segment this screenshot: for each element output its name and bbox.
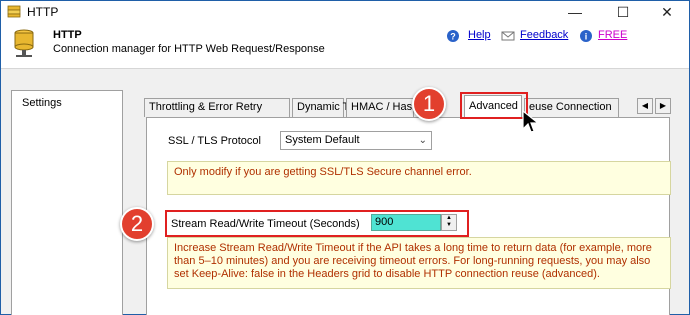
database-connection-icon: [14, 29, 34, 57]
app-icon: [7, 5, 21, 18]
settings-nav-panel: Settings: [11, 90, 123, 315]
maximize-button[interactable]: ☐: [603, 1, 643, 23]
timeout-highlight: [165, 210, 469, 237]
svg-text:?: ?: [450, 32, 456, 42]
feedback-link[interactable]: Feedback: [520, 29, 568, 41]
chevron-down-icon: ⌄: [418, 135, 427, 146]
ssl-protocol-value: System Default: [285, 134, 360, 146]
svg-text:i: i: [585, 32, 588, 42]
tab-scroll-left-button[interactable]: ◀: [637, 98, 653, 114]
envelope-icon: [501, 31, 515, 41]
tab-hmac-hash[interactable]: HMAC / Hash: [346, 98, 418, 117]
http-dialog-window: HTTP — ☐ ✕ HTTP Connection manager for H…: [0, 0, 690, 315]
help-link[interactable]: Help: [468, 29, 491, 41]
tab-scroll-right-button[interactable]: ▶: [655, 98, 671, 114]
minimize-button[interactable]: —: [555, 1, 595, 23]
close-button[interactable]: ✕: [647, 1, 687, 23]
nav-item-settings[interactable]: Settings: [22, 97, 62, 109]
tab-advanced[interactable]: Advanced: [464, 95, 522, 117]
free-link[interactable]: FREE: [598, 29, 627, 41]
header-title: HTTP: [53, 29, 82, 41]
ssl-note: Only modify if you are getting SSL/TLS S…: [167, 161, 671, 195]
step-badge-1: 1: [412, 87, 446, 121]
help-icon: ?: [447, 30, 459, 42]
header-subtitle: Connection manager for HTTP Web Request/…: [53, 43, 325, 55]
header-banner: HTTP Connection manager for HTTP Web Req…: [1, 23, 689, 69]
info-icon: i: [580, 30, 592, 42]
tab-throttling[interactable]: Throttling & Error Retry: [144, 98, 290, 117]
timeout-note: Increase Stream Read/Write Timeout if th…: [167, 237, 671, 289]
title-bar: HTTP — ☐ ✕: [1, 1, 689, 23]
window-title: HTTP: [27, 5, 59, 19]
tab-dynamic-token[interactable]: Dynamic Token: [292, 98, 372, 117]
mouse-cursor-icon: [522, 109, 540, 133]
step-badge-2: 2: [120, 207, 154, 241]
ssl-protocol-select[interactable]: System Default ⌄: [280, 131, 432, 150]
ssl-protocol-label: SSL / TLS Protocol: [168, 135, 261, 147]
